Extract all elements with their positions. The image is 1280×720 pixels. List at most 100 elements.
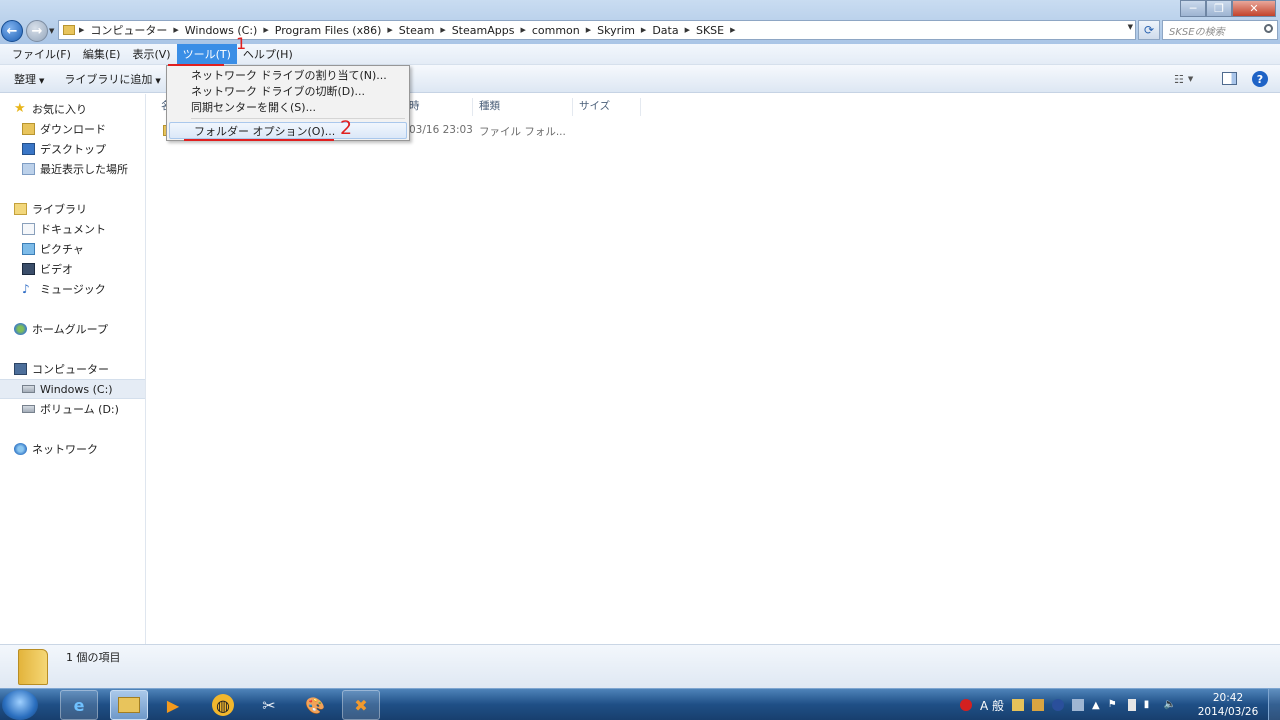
address-history-dropdown[interactable]: ▼ xyxy=(1128,23,1133,31)
ime-mode[interactable]: A 般 xyxy=(980,697,1004,714)
nav-network[interactable]: ネットワーク xyxy=(14,439,98,459)
menu-item-folder-options[interactable]: フォルダー オプション(O)... xyxy=(169,122,407,139)
signal-icon[interactable]: ▮ xyxy=(1144,699,1156,711)
media-player-icon: ▶ xyxy=(166,695,180,715)
chevron-right-icon[interactable]: ▶ xyxy=(79,26,84,34)
organize-button[interactable]: 整理 ▼ xyxy=(8,68,50,90)
chevron-right-icon[interactable]: ▶ xyxy=(586,26,591,34)
chevron-right-icon[interactable]: ▶ xyxy=(173,26,178,34)
nav-downloads[interactable]: ダウンロード xyxy=(22,119,106,139)
battery-icon[interactable] xyxy=(1127,699,1136,711)
nav-desktop[interactable]: デスクトップ xyxy=(22,139,106,159)
nav-favorites[interactable]: ★ お気に入り xyxy=(14,99,87,119)
breadcrumb-computer[interactable]: コンピューター xyxy=(90,22,167,38)
recent-pages-dropdown[interactable]: ▼ xyxy=(49,27,57,37)
chevron-right-icon[interactable]: ▶ xyxy=(641,26,646,34)
start-button[interactable] xyxy=(2,690,38,720)
clock[interactable]: 20:42 2014/03/26 xyxy=(1196,691,1260,719)
taskbar-media-player[interactable]: ▶ xyxy=(154,690,192,720)
document-icon xyxy=(22,223,35,235)
chevron-down-icon: ▼ xyxy=(39,76,45,85)
clock-time: 20:42 xyxy=(1212,692,1244,704)
nav-recent[interactable]: 最近表示した場所 xyxy=(22,159,128,179)
breadcrumb-data[interactable]: Data xyxy=(652,24,678,37)
nav-pictures[interactable]: ピクチャ xyxy=(22,239,84,259)
drive-icon xyxy=(22,405,35,413)
breadcrumb-skse[interactable]: SKSE xyxy=(696,24,724,37)
menu-item-sync-center[interactable]: 同期センターを開く(S)... xyxy=(167,99,409,116)
chevron-right-icon[interactable]: ▶ xyxy=(520,26,525,34)
menu-bar: ファイル(F) 編集(E) 表示(V) ツール(T) ヘルプ(H) xyxy=(0,44,1280,65)
ime-caps-icon[interactable] xyxy=(1072,699,1085,711)
red-indicator-icon[interactable] xyxy=(960,699,972,711)
menu-item-disconnect-drive[interactable]: ネットワーク ドライブの切断(D)... xyxy=(167,83,409,100)
nav-drive-c[interactable]: Windows (C:) xyxy=(0,379,145,399)
taskbar-explorer[interactable] xyxy=(110,690,148,720)
address-bar[interactable]: ▶ コンピューター ▶ Windows (C:) ▶ Program Files… xyxy=(58,20,1136,40)
breadcrumb-common[interactable]: common xyxy=(532,24,580,37)
ime-tool-icon[interactable] xyxy=(1012,699,1025,711)
breadcrumb-steam[interactable]: Steam xyxy=(399,24,435,37)
forward-button[interactable]: → xyxy=(26,20,48,42)
change-view-button[interactable]: ☷ ▼ xyxy=(1174,70,1208,88)
flag-icon[interactable]: ⚑ xyxy=(1108,699,1120,711)
chevron-right-icon[interactable]: ▶ xyxy=(387,26,392,34)
help-button[interactable]: ? xyxy=(1252,71,1268,87)
nav-music[interactable]: ♪ ミュージック xyxy=(22,279,106,299)
breadcrumb-windows-c[interactable]: Windows (C:) xyxy=(185,24,258,37)
menu-file[interactable]: ファイル(F) xyxy=(6,44,77,64)
refresh-button[interactable]: ⟳ xyxy=(1138,20,1160,40)
nav-documents[interactable]: ドキュメント xyxy=(22,219,106,239)
nav-label: ホームグループ xyxy=(32,323,109,336)
preview-pane-button[interactable] xyxy=(1222,72,1237,85)
nav-label: ライブラリ xyxy=(32,203,87,216)
ime-dictionary-icon[interactable] xyxy=(1032,699,1045,711)
title-bar: ← → ▼ ▶ コンピューター ▶ Windows (C:) ▶ Program… xyxy=(0,0,1280,44)
folder-icon xyxy=(63,25,75,35)
nav-drive-d[interactable]: ボリューム (D:) xyxy=(22,399,119,419)
breadcrumb-skyrim[interactable]: Skyrim xyxy=(597,24,635,37)
close-button[interactable]: ✕ xyxy=(1232,0,1276,17)
add-to-library-button[interactable]: ライブラリに追加 ▼ xyxy=(58,68,166,90)
taskbar-app-orange[interactable]: ✖ xyxy=(342,690,380,720)
taskbar-snipping-tool[interactable]: ✂ xyxy=(250,690,288,720)
computer-icon xyxy=(14,363,27,375)
chevron-right-icon[interactable]: ▶ xyxy=(730,26,735,34)
back-button[interactable]: ← xyxy=(1,20,23,42)
arrow-right-icon: → xyxy=(31,23,43,39)
taskbar-globe-app[interactable]: ◍ xyxy=(204,690,242,720)
chevron-right-icon[interactable]: ▶ xyxy=(685,26,690,34)
nav-homegroup[interactable]: ホームグループ xyxy=(14,319,108,339)
breadcrumb-steamapps[interactable]: SteamApps xyxy=(452,24,515,37)
column-header-type[interactable]: 種類 xyxy=(473,98,573,116)
nav-label: ビデオ xyxy=(40,263,73,276)
nav-videos[interactable]: ビデオ xyxy=(22,259,73,279)
minimize-button[interactable]: ─ xyxy=(1180,0,1206,17)
column-header-size[interactable]: サイズ xyxy=(573,98,641,116)
picture-icon xyxy=(22,243,35,255)
navigation-pane: ★ お気に入り ダウンロード デスクトップ 最近表示した場所 ライブラリ ドキュメ… xyxy=(0,94,146,644)
maximize-button[interactable]: ❐ xyxy=(1206,0,1232,17)
menu-view[interactable]: 表示(V) xyxy=(126,44,176,64)
menu-edit[interactable]: 編集(E) xyxy=(77,44,127,64)
column-header-date[interactable]: 時 xyxy=(403,98,473,116)
search-input[interactable]: SKSEの検索 xyxy=(1162,20,1278,40)
nav-label: ドキュメント xyxy=(40,223,106,236)
taskbar-paint[interactable]: 🎨 xyxy=(296,690,334,720)
volume-icon[interactable]: 🔈 xyxy=(1164,699,1176,711)
star-icon: ★ xyxy=(14,101,26,116)
nav-label: ネットワーク xyxy=(32,443,98,456)
nav-label: Windows (C:) xyxy=(40,382,113,396)
chevron-right-icon[interactable]: ▶ xyxy=(263,26,268,34)
taskbar-internet-explorer[interactable]: e xyxy=(60,690,98,720)
nav-libraries[interactable]: ライブラリ xyxy=(14,199,87,219)
breadcrumb-program-files[interactable]: Program Files (x86) xyxy=(275,24,382,37)
chevron-right-icon[interactable]: ▶ xyxy=(440,26,445,34)
tools-menu: ネットワーク ドライブの割り当て(N)... ネットワーク ドライブの切断(D)… xyxy=(166,65,410,141)
show-hidden-icons-icon[interactable]: ▲ xyxy=(1092,700,1100,711)
nav-computer[interactable]: コンピューター xyxy=(14,359,109,379)
menu-tools[interactable]: ツール(T) xyxy=(176,44,237,64)
show-desktop-button[interactable] xyxy=(1268,689,1280,720)
ime-help-icon[interactable] xyxy=(1052,699,1065,711)
menu-item-map-drive[interactable]: ネットワーク ドライブの割り当て(N)... xyxy=(167,67,409,84)
